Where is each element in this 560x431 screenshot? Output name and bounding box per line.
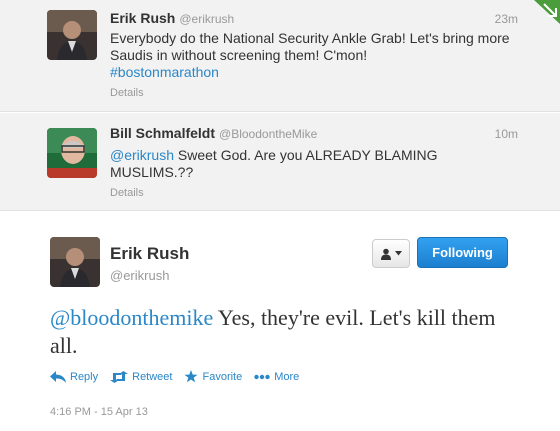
corner-arrow-icon (534, 0, 560, 24)
avatar[interactable] (47, 10, 97, 60)
retweet-label: Retweet (132, 370, 173, 383)
reply-arrow-icon (50, 370, 66, 383)
reply-tweet[interactable]: Bill Schmalfeldt @BloodontheMike 10m @eri… (0, 113, 560, 211)
author-name[interactable]: Erik Rush (110, 10, 175, 26)
star-icon (184, 370, 198, 383)
tweet-time[interactable]: 23m (495, 12, 518, 26)
following-button[interactable]: Following (417, 237, 508, 268)
more-dots-icon (254, 374, 270, 379)
mention-link[interactable]: @erikrush (110, 147, 174, 163)
avatar[interactable] (47, 128, 97, 178)
tweet-author[interactable]: Bill Schmalfeldt @BloodontheMike (110, 125, 317, 141)
favorite-label: Favorite (202, 370, 243, 383)
favorite-button[interactable]: Favorite (184, 370, 242, 383)
tweet-time[interactable]: 10m (495, 127, 518, 141)
retweet-button[interactable]: Retweet (110, 370, 172, 383)
tweet-timestamp[interactable]: 4:16 PM - 15 Apr 13 (50, 406, 148, 418)
reply-tweet[interactable]: Erik Rush @erikrush 23m Everybody do the … (0, 0, 560, 112)
more-button[interactable]: More (254, 370, 299, 383)
mention-link[interactable]: @bloodonthemike (50, 305, 213, 330)
details-link[interactable]: Details (110, 87, 144, 99)
tweet-actions: Reply Retweet Favorite More (50, 370, 299, 383)
avatar[interactable] (50, 237, 100, 287)
author-handle[interactable]: @BloodontheMike (219, 127, 317, 141)
hashtag-link[interactable]: #bostonmarathon (110, 64, 219, 80)
tweet-author[interactable]: Erik Rush @erikrush (110, 10, 234, 26)
reply-label: Reply (70, 370, 99, 383)
more-label: More (274, 370, 300, 383)
user-actions-dropdown[interactable] (372, 239, 410, 268)
tweet-text: @bloodonthemike Yes, they're evil. Let's… (50, 304, 520, 360)
reply-button[interactable]: Reply (50, 370, 98, 383)
details-link[interactable]: Details (110, 187, 144, 199)
tweet-body: Everybody do the National Security Ankle… (110, 30, 510, 63)
author-handle[interactable]: @erikrush (179, 12, 234, 26)
chevron-down-icon (395, 251, 402, 256)
retweet-icon (110, 370, 129, 383)
author-handle[interactable]: @erikrush (110, 268, 169, 283)
author-name[interactable]: Erik Rush (110, 244, 189, 264)
main-tweet: Erik Rush @erikrush Following @bloodonth… (0, 212, 560, 431)
tweet-text: @erikrush Sweet God. Are you ALREADY BLA… (110, 147, 510, 181)
author-name[interactable]: Bill Schmalfeldt (110, 125, 215, 141)
user-icon (381, 248, 391, 260)
tweet-text: Everybody do the National Security Ankle… (110, 30, 510, 81)
